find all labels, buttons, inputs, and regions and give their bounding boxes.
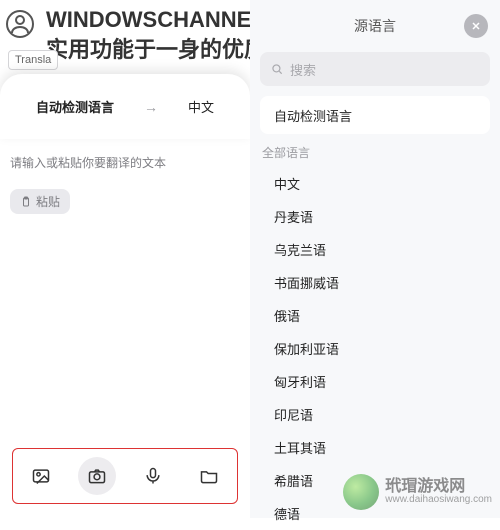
site-logo-icon xyxy=(343,474,379,510)
language-option[interactable]: 中文 xyxy=(260,167,490,200)
panel-header: 源语言 xyxy=(250,0,500,52)
language-picker-panel: 源语言 搜索 自动检测语言 全部语言 中文丹麦语乌克兰语书面挪威语俄语保加利亚语… xyxy=(250,0,500,518)
language-option[interactable]: 保加利亚语 xyxy=(260,332,490,365)
language-option[interactable]: 匈牙利语 xyxy=(260,365,490,398)
panel-title: 源语言 xyxy=(354,16,396,36)
language-option[interactable]: 丹麦语 xyxy=(260,200,490,233)
search-input[interactable]: 搜索 xyxy=(260,52,490,86)
microphone-icon[interactable] xyxy=(134,457,172,495)
translator-main-panel: Transla 自动检测语言 → 中文 请输入或粘贴你要翻译的文本 粘贴 xyxy=(0,44,250,518)
folder-icon[interactable] xyxy=(190,457,228,495)
close-icon[interactable] xyxy=(464,14,488,38)
language-option[interactable]: 土耳其语 xyxy=(260,431,490,464)
image-icon[interactable] xyxy=(22,457,60,495)
site-watermark: 玳瑁游戏网 www.daihaosiwang.com xyxy=(343,474,492,510)
language-option[interactable]: 俄语 xyxy=(260,299,490,332)
paste-button[interactable]: 粘贴 xyxy=(10,189,70,214)
all-languages-label: 全部语言 xyxy=(262,144,488,161)
language-option[interactable]: 印尼语 xyxy=(260,398,490,431)
language-option[interactable]: 乌克兰语 xyxy=(260,233,490,266)
camera-icon[interactable] xyxy=(78,457,116,495)
paste-label: 粘贴 xyxy=(36,193,60,210)
search-placeholder: 搜索 xyxy=(290,60,316,79)
language-bar: 自动检测语言 → 中文 xyxy=(0,74,250,139)
translate-input-placeholder[interactable]: 请输入或粘贴你要翻译的文本 xyxy=(10,154,166,171)
site-name: 玳瑁游戏网 xyxy=(385,479,492,495)
selected-language-label: 自动检测语言 xyxy=(274,106,352,125)
site-url: www.daihaosiwang.com xyxy=(385,495,492,505)
translate-gallery-badge: Transla xyxy=(8,50,58,70)
tool-row xyxy=(12,448,238,504)
source-language-button[interactable]: 自动检测语言 xyxy=(22,91,128,122)
language-option[interactable]: 书面挪威语 xyxy=(260,266,490,299)
target-language-button[interactable]: 中文 xyxy=(174,91,228,122)
swap-icon[interactable]: → xyxy=(144,99,158,115)
selected-language-row[interactable]: 自动检测语言 xyxy=(260,96,490,134)
